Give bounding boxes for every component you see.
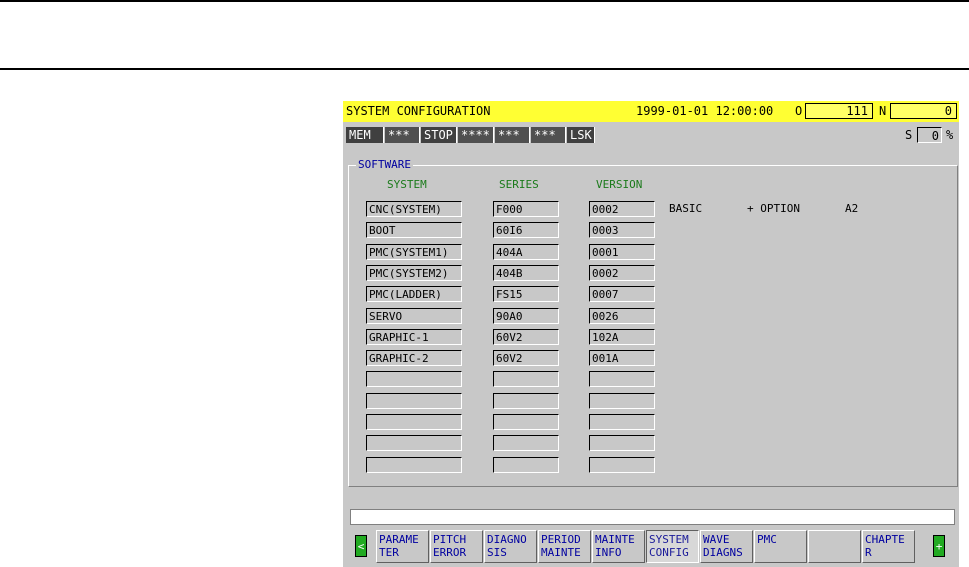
cell-version: 0002 <box>589 201 655 217</box>
softkey-chapter[interactable]: CHAPTE R <box>862 530 915 563</box>
cell-system: SERVO <box>366 307 462 324</box>
status-mode: MEM <box>346 127 384 143</box>
info-basic: BASIC <box>669 202 703 215</box>
softkey-right-arrow[interactable]: + <box>933 535 945 557</box>
cell-system <box>366 435 462 452</box>
title-bar: SYSTEM CONFIGURATION 1999-01-01 12:00:00… <box>343 101 959 122</box>
cell-system: GRAPHIC-1 <box>366 328 462 345</box>
softkey-blank[interactable] <box>808 530 861 563</box>
n-label: N <box>879 104 887 118</box>
cell-series: FS15 <box>493 286 559 303</box>
header-rule <box>0 68 969 70</box>
spindle-unit: % <box>946 128 954 142</box>
col-header-version: VERSION <box>596 178 643 191</box>
info-option-code: A2 <box>845 202 859 215</box>
softkey-mainteinfo[interactable]: MAINTE INFO <box>592 530 645 563</box>
spindle-label: S <box>905 128 913 142</box>
screen-title: SYSTEM CONFIGURATION <box>346 104 491 118</box>
softkey-systemconfig[interactable]: SYSTEM CONFIG <box>646 530 699 563</box>
n-number-field: 0 <box>890 103 957 119</box>
status-bar: MEM *** STOP **** *** *** LSK S 0 % <box>343 125 959 145</box>
softkey-bar: < PARAME TER PITCH ERROR DIAGNO SIS PERIOD … <box>343 530 959 565</box>
cell-version: 0007 <box>589 286 655 303</box>
cell-series: 60V2 <box>493 350 559 367</box>
col-header-series: SERIES <box>499 178 539 191</box>
cell-series: 404B <box>493 264 559 281</box>
softkey-pitcherror[interactable]: PITCH ERROR <box>430 530 483 563</box>
cell-series <box>493 435 559 452</box>
cell-version <box>589 371 655 388</box>
cell-system <box>366 414 462 430</box>
cell-version: 102A <box>589 328 655 345</box>
cell-version: 001A <box>589 350 655 367</box>
softkey-left-arrow[interactable]: < <box>355 535 367 557</box>
cell-system <box>366 371 462 388</box>
cell-system: PMC(SYSTEM2) <box>366 264 462 281</box>
cell-system: BOOT <box>366 222 462 239</box>
datetime: 1999-01-01 12:00:00 <box>636 104 774 118</box>
cnc-screen: SYSTEM CONFIGURATION 1999-01-01 12:00:00… <box>343 101 959 567</box>
info-plus-option: + OPTION <box>747 202 800 215</box>
cell-version <box>589 435 655 452</box>
cell-version <box>589 392 655 409</box>
cell-version: 0026 <box>589 307 655 324</box>
cell-system: PMC(SYSTEM1) <box>366 243 462 260</box>
status-seg-6: *** <box>531 127 566 143</box>
softkey-pmc[interactable]: PMC <box>754 530 807 563</box>
cell-version <box>589 414 655 430</box>
status-state: STOP <box>421 127 457 143</box>
cell-series: 90A0 <box>493 307 559 324</box>
softkey-parameter[interactable]: PARAME TER <box>376 530 429 563</box>
softkey-wavediagns[interactable]: WAVE DIAGNS <box>700 530 753 563</box>
cell-series: 60V2 <box>493 328 559 345</box>
spindle-value: 0 <box>917 127 942 143</box>
cell-series <box>493 371 559 388</box>
cell-version: 0001 <box>589 243 655 260</box>
message-bar <box>350 509 955 525</box>
cell-series: F000 <box>493 201 559 217</box>
cell-series <box>493 456 559 473</box>
softkey-periodmainte[interactable]: PERIOD MAINTE <box>538 530 591 563</box>
cell-series <box>493 392 559 409</box>
cell-series: 60I6 <box>493 222 559 239</box>
top-rule <box>0 0 969 2</box>
o-number-field: 111 <box>805 103 873 119</box>
cell-series: 404A <box>493 243 559 260</box>
status-seg-2: *** <box>385 127 420 143</box>
cell-system <box>366 392 462 409</box>
cell-version: 0003 <box>589 222 655 239</box>
cell-system: CNC(SYSTEM) <box>366 201 462 217</box>
cell-system: PMC(LADDER) <box>366 286 462 303</box>
cell-version <box>589 456 655 473</box>
cell-series <box>493 414 559 430</box>
cell-version: 0002 <box>589 264 655 281</box>
status-seg-5: *** <box>495 127 530 143</box>
software-panel-label: SOFTWARE <box>356 158 413 171</box>
status-lsk: LSK <box>567 127 595 143</box>
cell-system: GRAPHIC-2 <box>366 350 462 367</box>
cell-system <box>366 456 462 473</box>
softkey-diagnosis[interactable]: DIAGNO SIS <box>484 530 537 563</box>
col-header-system: SYSTEM <box>387 178 427 191</box>
status-seg-4: **** <box>458 127 494 143</box>
o-label: O <box>795 104 803 118</box>
